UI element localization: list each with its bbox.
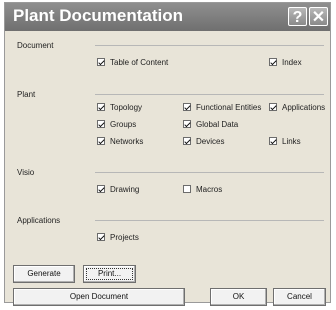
checkbox-icon bbox=[97, 232, 105, 241]
close-button[interactable]: ✕ bbox=[309, 7, 328, 26]
document-divider bbox=[95, 45, 324, 46]
checkbox-icon bbox=[183, 119, 191, 128]
checkbox-icon bbox=[97, 184, 105, 193]
plant-section-label: Plant bbox=[17, 90, 36, 99]
applications-section-label: Applications bbox=[17, 216, 61, 225]
checkbox-icon bbox=[269, 136, 277, 145]
document-section-label: Document bbox=[17, 41, 54, 50]
links-checkbox[interactable]: Links bbox=[269, 136, 301, 146]
plant-divider bbox=[95, 94, 324, 95]
groups-checkbox[interactable]: Groups bbox=[97, 119, 136, 129]
table-of-content-checkbox[interactable]: Table of Content bbox=[97, 57, 168, 67]
title-bar: Plant Documentation ? ✕ bbox=[5, 3, 330, 31]
ok-button[interactable]: OK bbox=[210, 288, 267, 306]
plant-documentation-window: Plant Documentation ? ✕ Document Table o… bbox=[4, 2, 331, 306]
global-data-checkbox[interactable]: Global Data bbox=[183, 119, 238, 129]
help-button[interactable]: ? bbox=[288, 7, 307, 26]
window-title: Plant Documentation bbox=[13, 6, 184, 25]
networks-checkbox[interactable]: Networks bbox=[97, 136, 143, 146]
visio-divider bbox=[95, 172, 324, 173]
checkbox-icon bbox=[183, 102, 191, 111]
checkbox-icon bbox=[97, 102, 105, 111]
checkbox-icon bbox=[97, 119, 105, 128]
cancel-button[interactable]: Cancel bbox=[273, 288, 326, 306]
open-document-button[interactable]: Open Document bbox=[13, 288, 185, 306]
devices-checkbox[interactable]: Devices bbox=[183, 136, 224, 146]
checkbox-icon bbox=[97, 136, 105, 145]
drawing-checkbox[interactable]: Drawing bbox=[97, 184, 139, 194]
generate-button[interactable]: Generate bbox=[13, 265, 75, 283]
checkbox-icon bbox=[183, 184, 191, 193]
visio-section-label: Visio bbox=[17, 168, 35, 177]
functional-entities-checkbox[interactable]: Functional Entities bbox=[183, 102, 261, 112]
applications-checkbox[interactable]: Applications bbox=[269, 102, 325, 112]
projects-checkbox[interactable]: Projects bbox=[97, 232, 139, 242]
applications-divider bbox=[95, 220, 324, 221]
checkbox-icon bbox=[183, 136, 191, 145]
topology-checkbox[interactable]: Topology bbox=[97, 102, 142, 112]
index-checkbox[interactable]: Index bbox=[269, 57, 302, 67]
checkbox-icon bbox=[97, 57, 105, 66]
checkbox-icon bbox=[269, 57, 277, 66]
macros-checkbox[interactable]: Macros bbox=[183, 184, 222, 194]
checkbox-icon bbox=[269, 102, 277, 111]
print-button[interactable]: Print... bbox=[83, 265, 136, 283]
